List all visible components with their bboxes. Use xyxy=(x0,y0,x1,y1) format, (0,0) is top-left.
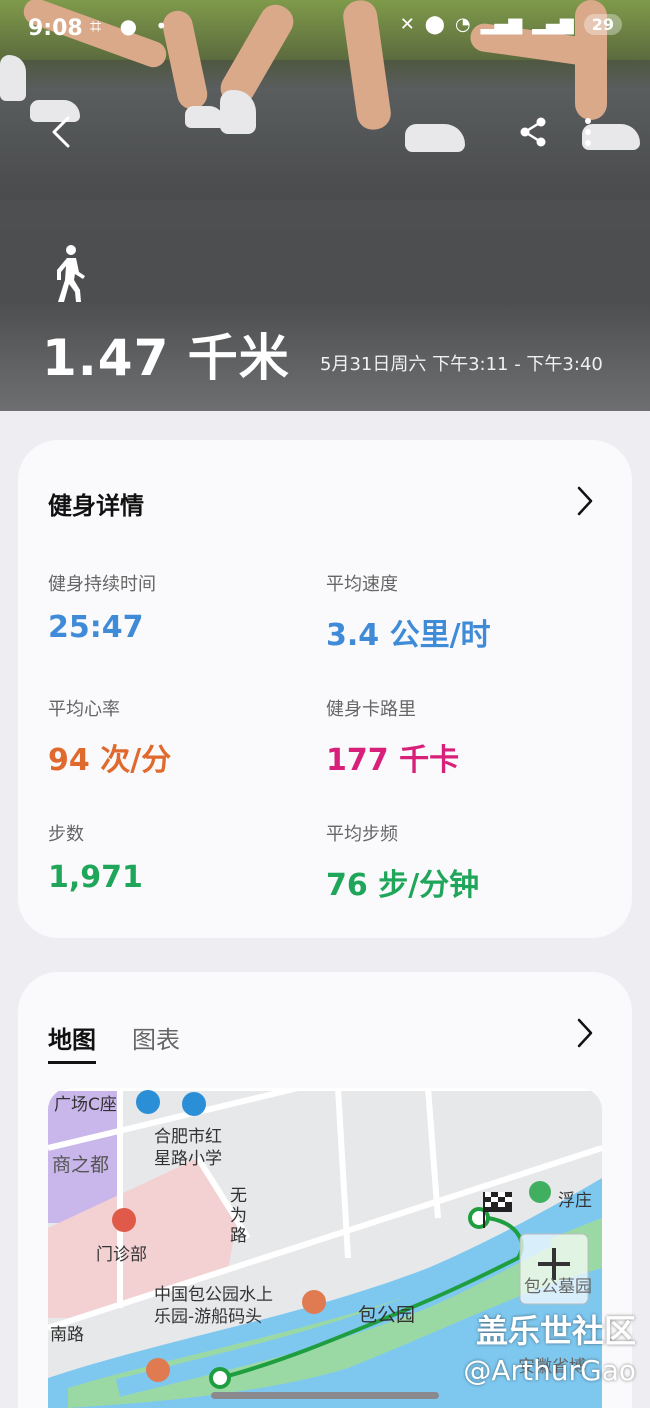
map-label: 商之都 xyxy=(52,1154,110,1176)
metric-avg-speed: 平均速度 3.4 公里/时 xyxy=(326,570,491,654)
fuzhuang-pin-icon xyxy=(529,1181,551,1203)
chevron-right-icon[interactable] xyxy=(574,484,596,518)
map-label: 广场C座 xyxy=(54,1095,117,1115)
signal-icon-2: ▂▄▆ xyxy=(532,14,574,35)
runner-shoe xyxy=(405,124,465,152)
status-right: ✕ ⬤ ◔ ▂▄▆ ▂▄▆ 29 xyxy=(400,14,622,35)
attraction-pin-icon xyxy=(146,1358,170,1382)
metric-cadence: 平均步频 76 步/分钟 xyxy=(326,820,479,904)
status-time: 9:08 xyxy=(28,16,83,41)
metric-label: 平均速度 xyxy=(326,574,398,595)
metric-steps: 步数 1,971 xyxy=(48,820,143,895)
fitness-details-card[interactable]: 健身详情 健身持续时间 25:47 平均速度 3.4 公里/时 平均心率 94 … xyxy=(18,440,632,938)
metric-label: 健身持续时间 xyxy=(48,574,156,595)
school-pin-icon xyxy=(182,1092,206,1116)
tab-chart[interactable]: 图表 xyxy=(132,1020,180,1064)
metric-value: 177 千卡 xyxy=(326,743,460,778)
status-bar: 9:08 ⌗ ● • ✕ ⬤ ◔ ▂▄▆ ▂▄▆ 29 xyxy=(0,0,650,60)
signal-icon: ▂▄▆ xyxy=(480,14,523,35)
metric-duration: 健身持续时间 25:47 xyxy=(48,570,156,645)
route-start-icon xyxy=(209,1367,231,1389)
chevron-right-icon[interactable] xyxy=(574,1016,596,1050)
metric-value: 1,971 xyxy=(48,860,143,895)
metric-label: 平均步频 xyxy=(326,824,398,845)
wifi-icon: ◔ xyxy=(454,14,471,35)
map-tabs: 地图 图表 xyxy=(48,1020,180,1064)
back-icon[interactable] xyxy=(44,112,80,152)
runner-shoe xyxy=(185,106,225,128)
metric-calories: 健身卡路里 177 千卡 xyxy=(326,695,459,779)
notification-icons: ⌗ ● • xyxy=(90,14,174,38)
watermark-author: @ArthurGao xyxy=(463,1354,636,1387)
tab-map[interactable]: 地图 xyxy=(48,1020,96,1064)
home-indicator[interactable] xyxy=(211,1392,439,1399)
watermark: 盖乐世社区 @ArthurGao xyxy=(463,1306,636,1387)
map-label: 无 为 路 xyxy=(230,1186,247,1246)
map-label: 合肥市红 星路小学 xyxy=(154,1127,222,1169)
runner-shoe xyxy=(0,55,26,101)
map-label: 包公墓园 xyxy=(524,1277,592,1297)
metric-value: 76 步/分钟 xyxy=(326,868,480,903)
metric-label: 健身卡路里 xyxy=(326,699,416,720)
runner-shoe xyxy=(220,90,256,134)
poi-pin-icon xyxy=(136,1090,160,1114)
map-label: 门诊部 xyxy=(96,1245,147,1265)
watermark-community: 盖乐世社区 xyxy=(475,1312,636,1350)
metric-value: 94 次/分 xyxy=(48,743,172,778)
clinic-pin-icon xyxy=(112,1208,136,1232)
mute-icon: ✕ xyxy=(399,14,415,35)
metric-label: 平均心率 xyxy=(48,699,120,720)
more-options-icon[interactable] xyxy=(578,116,598,148)
metric-value: 25:47 xyxy=(48,610,144,645)
metric-avg-heart-rate: 平均心率 94 次/分 xyxy=(48,695,171,779)
map-label: 中国包公园水上 乐园-游船码头 xyxy=(154,1285,273,1327)
fitness-details-title: 健身详情 xyxy=(48,492,144,520)
workout-time-range: 5月31日周六 下午3:11 - 下午3:40 xyxy=(320,354,603,375)
location-icon: ⬤ xyxy=(424,14,445,35)
battery-icon: 29 xyxy=(583,14,622,35)
map-label: 南路 xyxy=(50,1325,84,1345)
pier-pin-icon xyxy=(302,1290,326,1314)
distance-value: 1.47 千米 xyxy=(42,329,290,387)
share-icon[interactable] xyxy=(518,116,548,148)
metric-label: 步数 xyxy=(48,824,84,845)
walking-icon xyxy=(57,245,85,302)
metric-value: 3.4 公里/时 xyxy=(326,618,491,653)
map-label: 包公园 xyxy=(358,1304,416,1326)
map-label: 浮庄 xyxy=(558,1191,592,1211)
